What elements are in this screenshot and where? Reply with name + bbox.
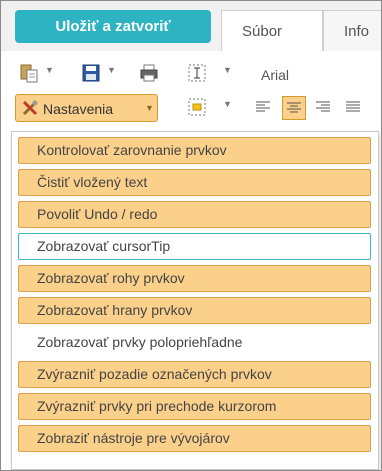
menu-item-zobrazovat-prvky-polopriehladne[interactable]: Zobrazovať prvky polopriehľadne — [18, 329, 371, 356]
frame-color-icon[interactable] — [187, 97, 207, 117]
toolbar-row-1: ▼ ▼ ▼ Arial — [1, 59, 381, 89]
settings-menu: Kontrolovať zarovnanie prvkov Čistiť vlo… — [11, 131, 379, 470]
align-right-icon — [316, 101, 330, 112]
paste-dropdown-caret-icon[interactable]: ▼ — [45, 65, 54, 75]
save-and-close-button[interactable]: Uložiť a zatvoriť — [15, 10, 211, 43]
align-justify-icon — [346, 101, 360, 112]
editor-window: Uložiť a zatvoriť Súbor Info ▼ ▼ ▼ Arial… — [0, 0, 382, 471]
align-center-button[interactable] — [282, 96, 306, 120]
menu-item-kontrolovat-zarovnanie[interactable]: Kontrolovať zarovnanie prvkov — [18, 137, 371, 164]
save-icon[interactable] — [81, 63, 101, 83]
toolbar-row-2: Nastavenia ▼ ▼ — [1, 93, 381, 123]
frame-dropdown-caret-icon[interactable]: ▼ — [223, 99, 232, 109]
print-icon[interactable] — [139, 63, 159, 83]
align-justify-button[interactable] — [342, 96, 366, 120]
align-left-icon — [256, 101, 270, 112]
tab-subor[interactable]: Súbor — [221, 10, 323, 51]
menu-item-zvyraznit-pozadie[interactable]: Zvýrazniť pozadie označených prvkov — [18, 361, 371, 388]
tools-icon — [22, 100, 38, 116]
menu-item-zobrazovat-rohy-prvkov[interactable]: Zobrazovať rohy prvkov — [18, 265, 371, 292]
align-center-icon — [287, 102, 301, 113]
settings-button[interactable]: Nastavenia ▼ — [15, 94, 158, 122]
text-dropdown-caret-icon[interactable]: ▼ — [223, 65, 232, 75]
top-bar: Uložiť a zatvoriť Súbor Info — [1, 1, 381, 51]
menu-item-zobrazovat-hrany-prvkov[interactable]: Zobrazovať hrany prvkov — [18, 297, 371, 324]
settings-label: Nastavenia — [43, 101, 114, 117]
chevron-down-icon: ▼ — [145, 103, 154, 113]
menu-item-cistit-vlozeny-text[interactable]: Čistiť vložený text — [18, 169, 371, 196]
align-left-button[interactable] — [252, 96, 276, 120]
align-right-button[interactable] — [312, 96, 336, 120]
menu-item-nastroje-vyvojarov[interactable]: Zobraziť nástroje pre vývojárov — [18, 425, 371, 452]
menu-item-zvyraznit-prvky-kurzorom[interactable]: Zvýrazniť prvky pri prechode kurzorom — [18, 393, 371, 420]
tab-info[interactable]: Info — [323, 10, 381, 51]
text-cursor-icon[interactable] — [187, 63, 207, 83]
menu-item-povolit-undo-redo[interactable]: Povoliť Undo / redo — [18, 201, 371, 228]
font-name[interactable]: Arial — [261, 67, 289, 83]
menu-item-zobrazovat-cursortip[interactable]: Zobrazovať cursorTip — [18, 233, 371, 260]
paste-icon[interactable] — [19, 63, 39, 83]
save-dropdown-caret-icon[interactable]: ▼ — [107, 65, 116, 75]
